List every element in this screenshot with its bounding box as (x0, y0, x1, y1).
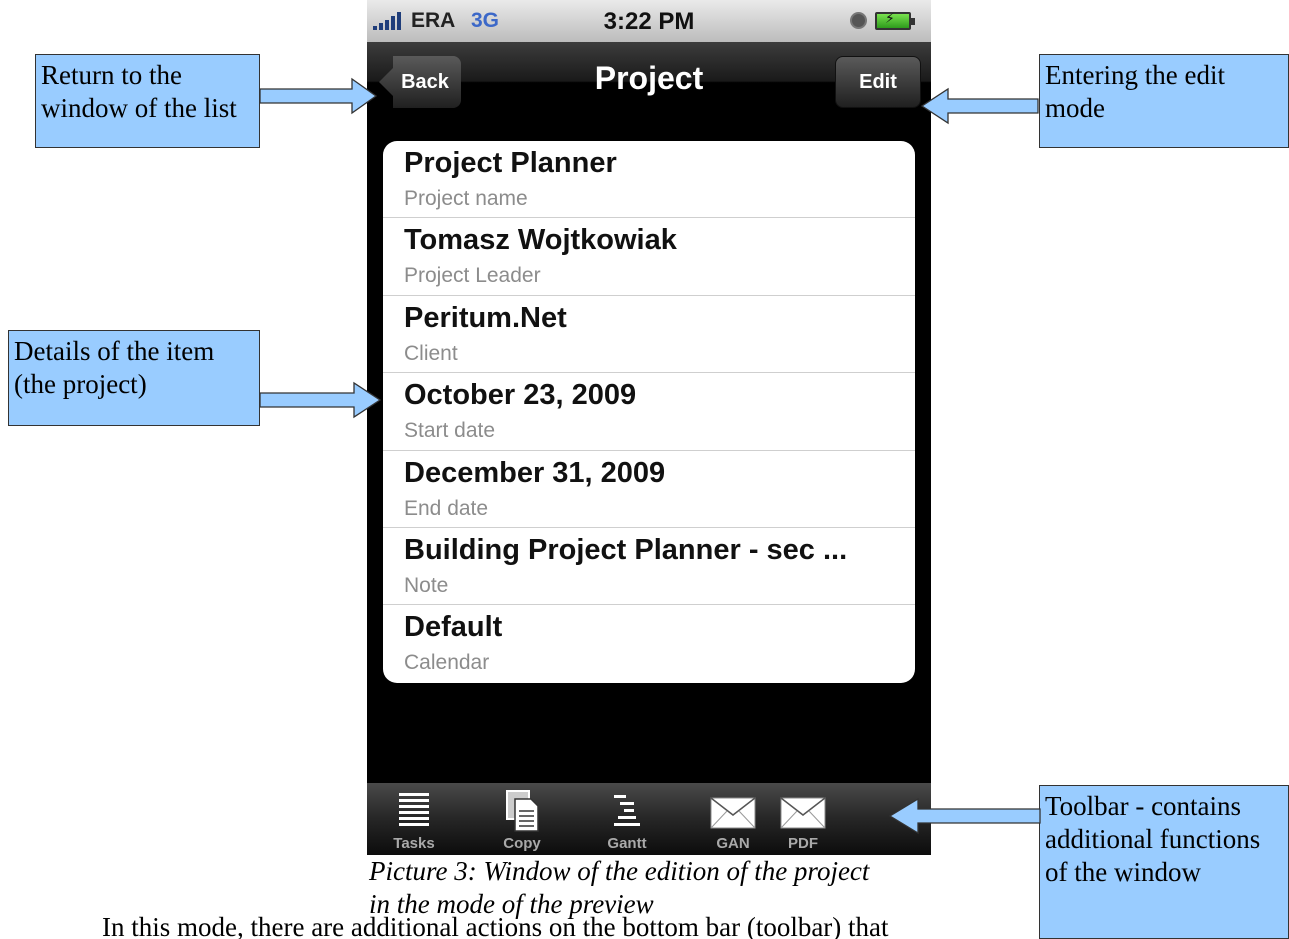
battery-icon: ⚡ (875, 10, 915, 30)
status-bar: ERA 3G 3:22 PM ⚡ (367, 0, 931, 42)
field-label: Client (404, 341, 458, 365)
mail-icon (710, 797, 756, 829)
field-value: October 23, 2009 (404, 379, 637, 412)
toolbar-label: Gantt (607, 835, 647, 852)
toolbar-copy-button[interactable]: Copy (487, 789, 557, 853)
field-label: Calendar (404, 651, 490, 675)
callout-details: Details of the item (the project) (8, 330, 260, 426)
toolbar-gantt-button[interactable]: Gantt (592, 789, 662, 853)
field-row-client[interactable]: Peritum.Net Client (383, 296, 915, 374)
field-row-project-name[interactable]: Project Planner Project name (383, 141, 915, 219)
phone-screen: ERA 3G 3:22 PM ⚡ Back Project Edit Proje… (367, 0, 931, 855)
field-label: Note (404, 573, 449, 597)
field-value: Project Planner (404, 147, 617, 179)
toolbar-label: Copy (503, 835, 541, 852)
arrow-right-icon (259, 77, 378, 115)
toolbar-gan-button[interactable]: GAN (698, 789, 768, 853)
field-value: December 31, 2009 (404, 456, 666, 489)
arrow-left-icon (888, 797, 1041, 835)
field-value: Tomasz Wojtkowiak (404, 224, 677, 257)
field-row-start-date[interactable]: October 23, 2009 Start date (383, 373, 915, 451)
field-row-calendar[interactable]: Default Calendar (383, 605, 915, 682)
arrow-left-icon (920, 87, 1039, 125)
callout-toolbar: Toolbar - contains additional functions … (1039, 785, 1289, 939)
list-icon (399, 793, 429, 826)
field-row-project-leader[interactable]: Tomasz Wojtkowiak Project Leader (383, 218, 915, 296)
field-value: Building Project Planner - sec ... (404, 533, 848, 566)
field-label: End date (404, 496, 489, 520)
body-text: In this mode, there are additional actio… (102, 912, 889, 939)
callout-edit: Entering the edit mode (1039, 54, 1289, 148)
field-value: Default (404, 611, 503, 644)
callout-back: Return to the window of the list (35, 54, 260, 148)
toolbar-label: Tasks (393, 835, 435, 852)
toolbar-tasks-button[interactable]: Tasks (379, 789, 449, 853)
arrow-right-icon (259, 381, 382, 419)
caption-text: Picture 3: Window of the edition of the … (369, 856, 870, 919)
status-time: 3:22 PM (603, 8, 695, 35)
field-row-end-date[interactable]: December 31, 2009 End date (383, 451, 915, 528)
field-label: Project Leader (404, 264, 541, 288)
field-value: Peritum.Net (404, 301, 567, 334)
field-label: Start date (404, 419, 496, 443)
project-details-table: Project Planner Project name Tomasz Wojt… (383, 141, 915, 683)
field-row-note[interactable]: Building Project Planner - sec ... Note (383, 528, 915, 606)
bottom-toolbar: Tasks Copy Gantt GAN PDF (367, 783, 931, 855)
toolbar-label: PDF (788, 835, 818, 852)
gantt-icon (614, 795, 640, 826)
toolbar-pdf-button[interactable]: PDF (768, 789, 838, 853)
navigation-bar: Back Project Edit (367, 42, 931, 120)
edit-button[interactable]: Edit (835, 56, 921, 108)
alarm-icon (850, 12, 867, 29)
field-label: Project name (404, 187, 528, 210)
toolbar-label: GAN (716, 835, 750, 852)
copy-icon (506, 790, 539, 832)
mail-icon (780, 797, 826, 829)
